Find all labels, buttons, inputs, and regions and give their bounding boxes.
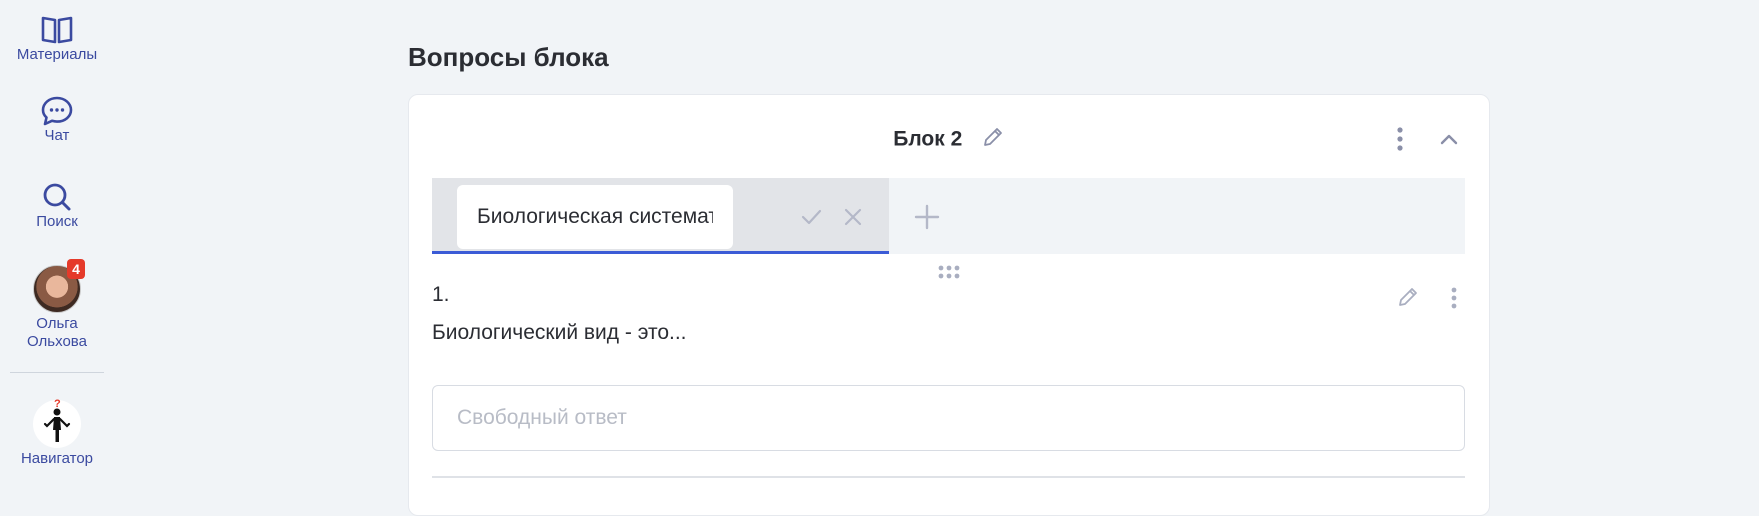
pencil-icon: [1399, 288, 1417, 306]
svg-text:?: ?: [54, 398, 61, 410]
chat-icon: [41, 96, 73, 126]
sidebar-item-label: Материалы: [16, 46, 98, 63]
sidebar-item-profile[interactable]: 4 Ольга Ольхова: [0, 259, 114, 351]
divider: [432, 476, 1465, 478]
more-vertical-icon: [1397, 127, 1403, 151]
question-more-button[interactable]: [1446, 285, 1462, 316]
tab-name-input[interactable]: [457, 185, 733, 249]
sidebar-item-label: Навигатор: [20, 450, 94, 467]
sidebar-item-label: Ольга Ольхова: [27, 315, 87, 350]
block-title: Блок 2: [893, 127, 963, 151]
block-card: Блок 2 Биологическая систематика 1. Биол…: [408, 94, 1490, 516]
edit-question-button[interactable]: [1396, 285, 1420, 314]
question-number: 1.: [432, 283, 450, 306]
edit-block-button[interactable]: [981, 125, 1005, 154]
cancel-tab-button[interactable]: [842, 206, 864, 233]
collapse-block-button[interactable]: [1437, 127, 1461, 156]
sidebar-item-label: Чат: [44, 127, 70, 144]
book-icon: [41, 16, 73, 44]
notification-badge: 4: [67, 259, 85, 279]
sidebar-item-chat[interactable]: Чат: [0, 95, 114, 145]
confirm-tab-button[interactable]: [800, 206, 822, 233]
check-icon: [801, 209, 822, 225]
sidebar-item-label: Поиск: [36, 213, 78, 230]
free-answer-input[interactable]: [432, 385, 1465, 451]
sidebar-item-materials[interactable]: Материалы: [0, 14, 114, 64]
page-title: Вопросы блока: [408, 42, 609, 72]
avatar-container: 4: [33, 259, 85, 313]
question-tabs: [432, 178, 1465, 254]
navigator-icon: ?: [43, 398, 71, 442]
question-text: Биологический вид - это...: [432, 321, 687, 344]
sidebar: Материалы Чат Поиск 4 Ольга Ольхова ? На…: [0, 0, 114, 486]
more-vertical-icon: [1451, 287, 1457, 309]
drag-handle[interactable]: [937, 264, 961, 285]
drag-handle-icon: [938, 265, 960, 279]
sidebar-item-navigator[interactable]: ? Навигатор: [0, 398, 114, 468]
plus-icon: [914, 204, 940, 230]
tab-biological-systematics[interactable]: [432, 178, 889, 254]
sidebar-divider: [10, 372, 104, 373]
pencil-icon: [983, 128, 1002, 146]
chevron-up-icon: [1440, 134, 1458, 145]
close-icon: [844, 208, 862, 226]
sidebar-item-search[interactable]: Поиск: [0, 181, 114, 231]
navigator-icon-container: ?: [33, 398, 81, 448]
add-tab-button[interactable]: [914, 204, 940, 235]
block-header: Блок 2: [409, 125, 1489, 154]
search-icon: [43, 183, 71, 211]
block-more-button[interactable]: [1392, 125, 1408, 158]
